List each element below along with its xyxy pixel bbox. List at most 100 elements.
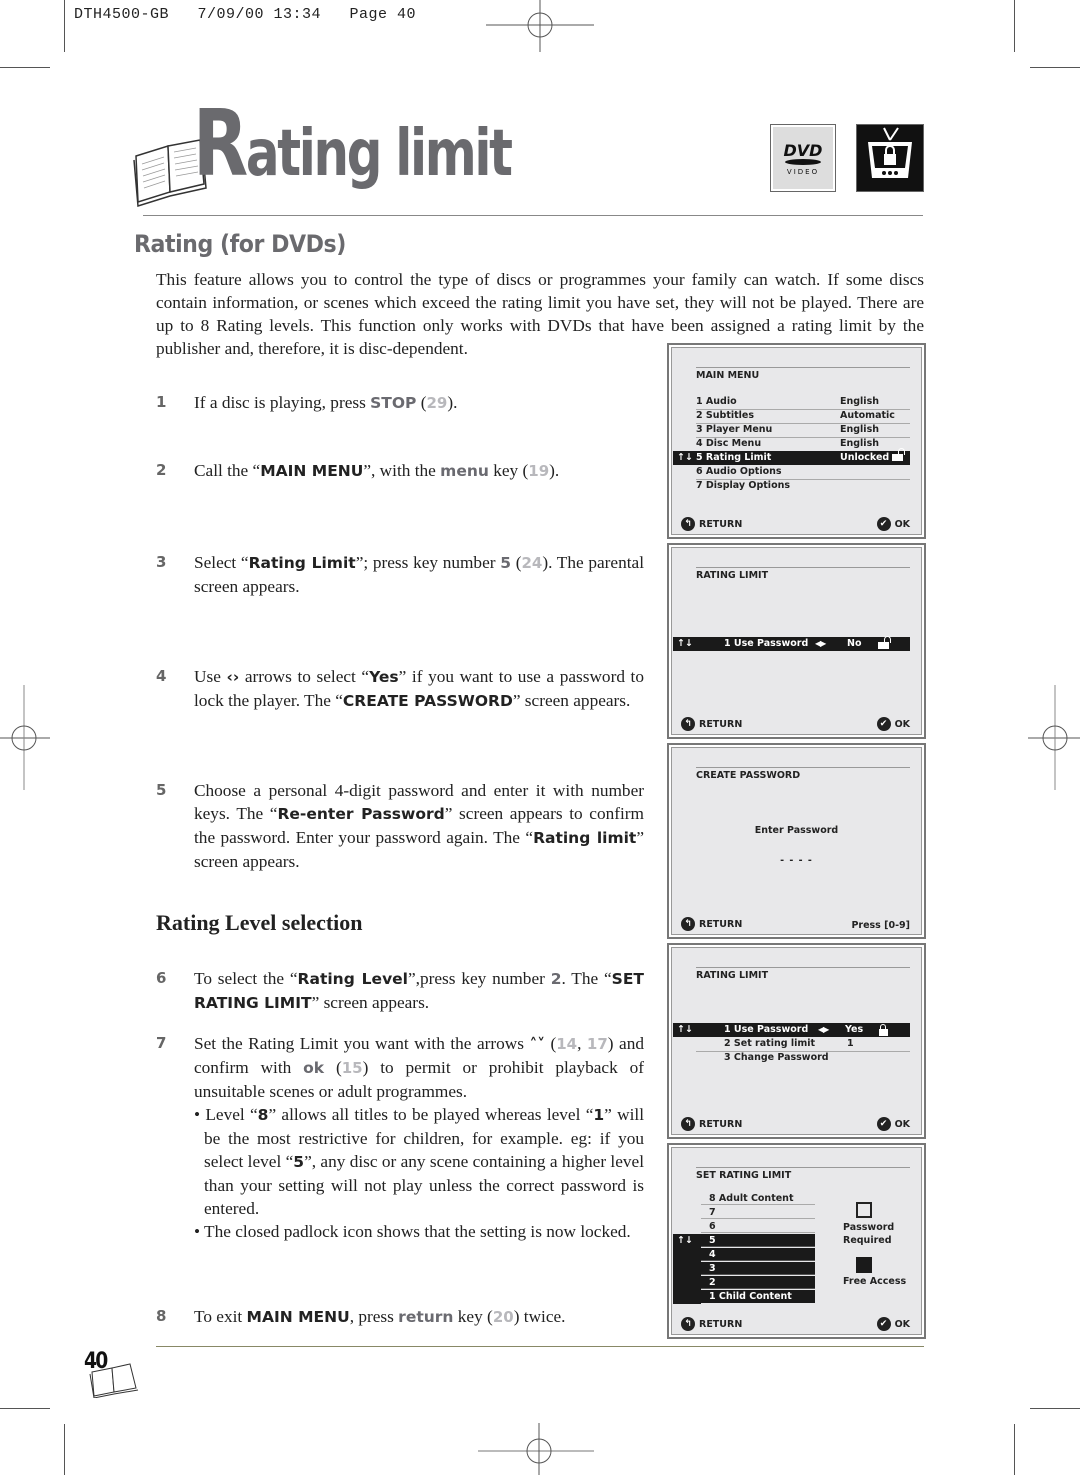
step-5: 5 Choose a personal 4-digit password and… bbox=[156, 781, 644, 871]
password-prompt: Enter Password bbox=[754, 825, 839, 836]
step-4: 4 Use ‹› arrows to select “Yes” if you w… bbox=[156, 667, 644, 710]
up-down-arrows-icon: ↑↓ bbox=[677, 638, 693, 649]
crop-mark bbox=[0, 67, 50, 68]
crop-mark bbox=[1030, 1408, 1080, 1409]
osd-rating-limit-unlocked: RATING LIMIT ↑↓ 1 Use Password ◀▶ No ↰ RE… bbox=[667, 543, 926, 739]
bullet-level-info: • Level “8” allows all titles to be play… bbox=[194, 1105, 644, 1218]
stop-key-label: STOP bbox=[370, 394, 417, 412]
use-password-row[interactable]: ↑↓ 1 Use Password ◀▶ Yes bbox=[673, 1023, 910, 1037]
up-down-arrows-icon: ↑↓ bbox=[677, 1024, 693, 1035]
menu-item-audio-options[interactable]: 6 Audio Options bbox=[696, 465, 910, 480]
step-2: 2 Call the “MAIN MENU”, with the menu ke… bbox=[156, 461, 560, 480]
osd-create-password: CREATE PASSWORD Enter Password - - - - ↰… bbox=[667, 743, 926, 939]
use-password-row[interactable]: ↑↓ 1 Use Password ◀▶ No bbox=[673, 636, 910, 651]
open-padlock-icon bbox=[878, 636, 891, 649]
divider bbox=[696, 367, 910, 368]
return-icon: ↰ bbox=[681, 717, 695, 731]
menu-item-subtitles[interactable]: 2 Subtitles Automatic bbox=[696, 409, 910, 424]
screen-title: RATING LIMIT bbox=[696, 970, 769, 981]
up-down-arrows-icon: ↑↓ bbox=[677, 1235, 693, 1246]
level-6[interactable]: 6 bbox=[701, 1220, 815, 1233]
crop-mark bbox=[1014, 1424, 1015, 1475]
crop-mark bbox=[0, 1408, 50, 1409]
section-title: Rating (for DVDs) bbox=[134, 230, 346, 258]
crop-mark bbox=[64, 1424, 65, 1475]
step-7: 7 Set the Rating Limit you want with the… bbox=[156, 1034, 644, 1241]
ok-button[interactable]: ✔ OK bbox=[876, 1117, 910, 1131]
registration-mark-bottom bbox=[478, 1423, 594, 1475]
crop-mark bbox=[1030, 67, 1080, 68]
return-icon: ↰ bbox=[681, 1317, 695, 1331]
closed-padlock-icon bbox=[879, 1024, 888, 1036]
return-button[interactable]: ↰ RETURN bbox=[681, 717, 742, 731]
footer-divider bbox=[156, 1346, 924, 1347]
step-8: 8 To exit MAIN MENU, press return key (2… bbox=[156, 1307, 566, 1326]
password-input[interactable]: - - - - bbox=[669, 855, 924, 866]
level-8[interactable]: 8 Adult Content bbox=[701, 1192, 815, 1205]
keypad-hint: Press [0-9] bbox=[851, 920, 910, 931]
checkmark-icon: ✔ bbox=[876, 1117, 891, 1131]
level-1[interactable]: 1 Child Content bbox=[701, 1290, 815, 1303]
crop-mark bbox=[64, 0, 65, 52]
ok-button[interactable]: ✔ OK bbox=[876, 1317, 910, 1331]
divider bbox=[696, 767, 910, 768]
step-3: 3 Select “Rating Limit”; press key numbe… bbox=[156, 553, 644, 596]
menu-key-label: menu bbox=[440, 462, 489, 480]
screen-title: RATING LIMIT bbox=[696, 570, 769, 581]
return-icon: ↰ bbox=[681, 917, 695, 931]
screen-title: CREATE PASSWORD bbox=[696, 770, 801, 781]
osd-set-rating-limit: SET RATING LIMIT 8 Adult Content 7 6 ↑↓ … bbox=[667, 1143, 926, 1339]
checkmark-icon: ✔ bbox=[876, 517, 891, 531]
left-right-arrows-icon: ◀▶ bbox=[815, 639, 826, 648]
change-password-row[interactable]: 3 Change Password bbox=[696, 1051, 910, 1065]
level-5[interactable]: 5 bbox=[701, 1234, 815, 1247]
checkmark-icon: ✔ bbox=[876, 1317, 891, 1331]
page-number: 40 bbox=[84, 1349, 108, 1374]
step-1: 1 If a disc is playing, press STOP (29). bbox=[156, 393, 458, 412]
step-6: 6 To select the “Rating Level”,press key… bbox=[156, 969, 644, 1012]
free-access-swatch bbox=[856, 1257, 872, 1273]
menu-item-display-options[interactable]: 7 Display Options bbox=[696, 479, 910, 493]
menu-item-player-menu[interactable]: 3 Player Menu English bbox=[696, 423, 910, 438]
free-access-label: Free Access bbox=[843, 1276, 907, 1287]
ok-button[interactable]: ✔ OK bbox=[876, 517, 910, 531]
up-down-arrows-icon: ↑↓ bbox=[677, 452, 693, 463]
level-3[interactable]: 3 bbox=[701, 1262, 815, 1275]
divider bbox=[696, 967, 910, 968]
password-required-label: Password Required bbox=[843, 1222, 895, 1246]
menu-item-audio[interactable]: 1 Audio English bbox=[696, 395, 910, 410]
level-4[interactable]: 4 bbox=[701, 1248, 815, 1261]
menu-item-disc-menu[interactable]: 4 Disc Menu English bbox=[696, 437, 910, 452]
parental-lock-tv-icon bbox=[856, 124, 924, 192]
return-icon: ↰ bbox=[681, 1117, 695, 1131]
registration-mark-right bbox=[1028, 685, 1080, 790]
page-title: Rating limit bbox=[193, 90, 513, 197]
return-button[interactable]: ↰ RETURN bbox=[681, 917, 742, 931]
divider bbox=[696, 1167, 910, 1168]
menu-item-rating-limit[interactable]: ↑↓ 5 Rating Limit Unlocked bbox=[673, 448, 910, 465]
return-button[interactable]: ↰ RETURN bbox=[681, 1317, 742, 1331]
bullet-padlock-info: • The closed padlock icon shows that the… bbox=[194, 1222, 631, 1241]
subsection-heading: Rating Level selection bbox=[156, 910, 363, 935]
header-divider bbox=[143, 215, 923, 216]
return-button[interactable]: ↰ RETURN bbox=[681, 1117, 742, 1131]
level-2[interactable]: 2 bbox=[701, 1276, 815, 1289]
return-button[interactable]: ↰ RETURN bbox=[681, 517, 742, 531]
divider bbox=[696, 567, 910, 568]
ok-key-label: ok bbox=[303, 1059, 325, 1077]
open-padlock-icon bbox=[892, 448, 906, 461]
left-right-arrows-icon: ◀▶ bbox=[818, 1025, 829, 1034]
dvd-video-logo: DVD VIDEO bbox=[770, 124, 836, 192]
password-required-swatch bbox=[856, 1202, 872, 1218]
checkmark-icon: ✔ bbox=[876, 717, 891, 731]
ok-button[interactable]: ✔ OK bbox=[876, 717, 910, 731]
level-7[interactable]: 7 bbox=[701, 1206, 815, 1219]
return-icon: ↰ bbox=[681, 517, 695, 531]
up-down-arrows-icon: ˄˅ bbox=[529, 1035, 545, 1053]
set-rating-limit-row[interactable]: 2 Set rating limit 1 bbox=[696, 1037, 910, 1052]
osd-main-menu: MAIN MENU 1 Audio English 2 Subtitles Auto… bbox=[667, 343, 926, 539]
left-right-arrows-icon: ‹› bbox=[226, 668, 240, 686]
return-key-label: return bbox=[398, 1308, 454, 1326]
osd-rating-limit-locked: RATING LIMIT ↑↓ 1 Use Password ◀▶ Yes 2 … bbox=[667, 943, 926, 1139]
screen-title: SET RATING LIMIT bbox=[696, 1170, 792, 1181]
